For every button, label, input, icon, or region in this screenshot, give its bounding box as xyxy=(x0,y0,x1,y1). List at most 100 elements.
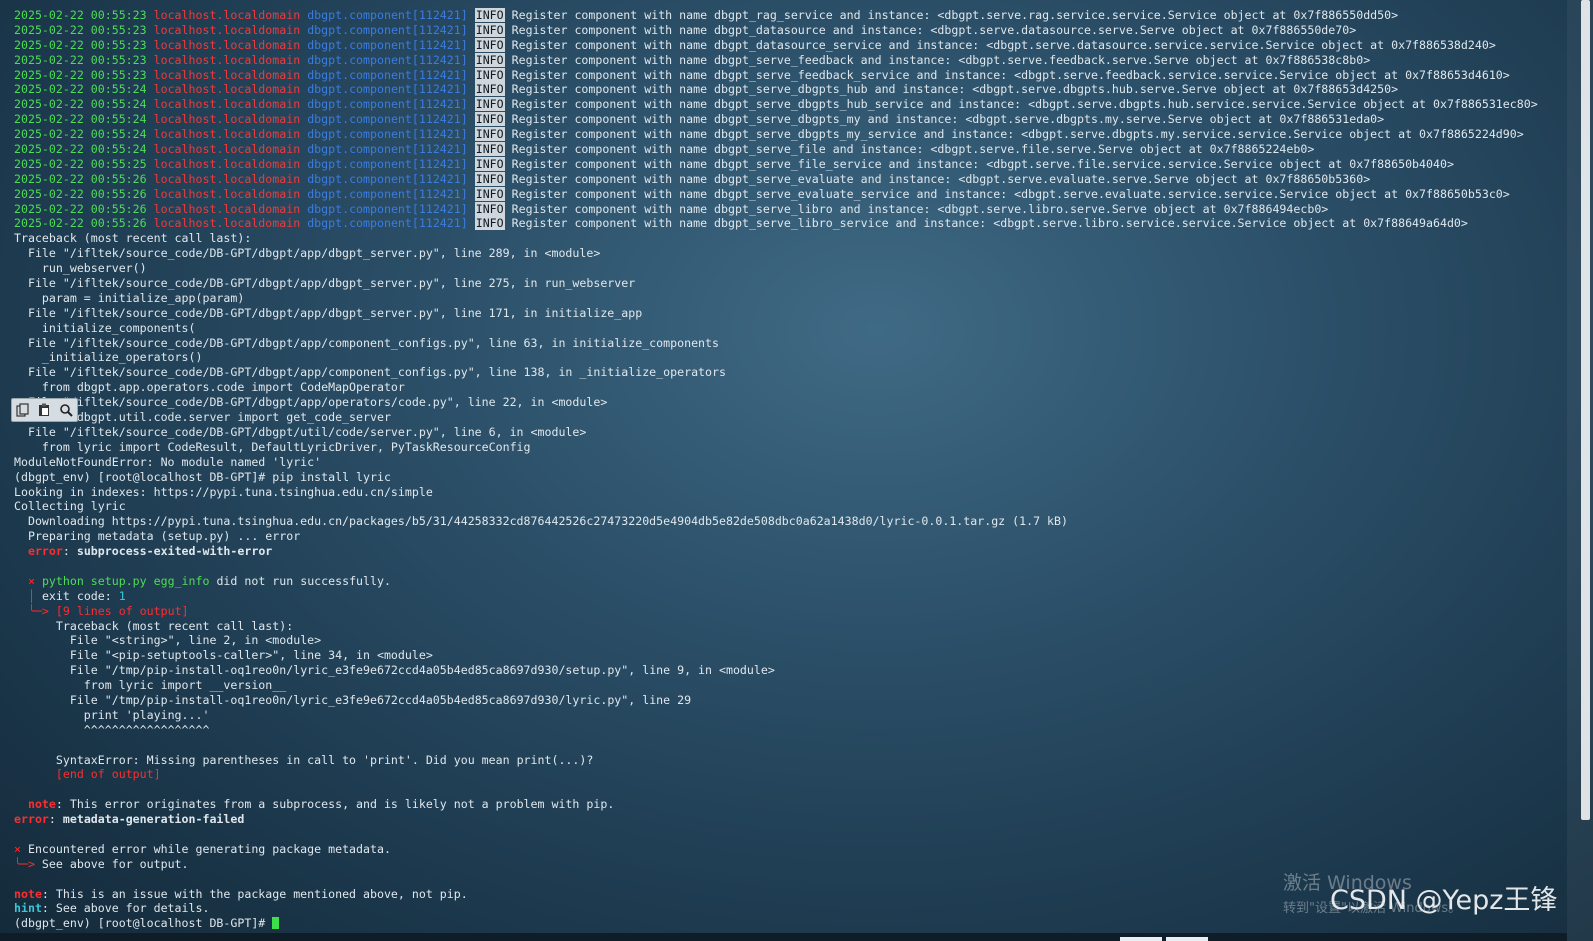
log-line: 2025-02-22 00:55:26 localhost.localdomai… xyxy=(14,186,1563,202)
log-host: localhost.localdomain xyxy=(153,171,301,186)
log-timestamp: 2025-02-22 00:55:24 xyxy=(14,97,147,112)
bottom-tab[interactable] xyxy=(1166,937,1208,941)
log-timestamp: 2025-02-22 00:55:25 xyxy=(14,156,147,171)
log-line: 2025-02-22 00:55:24 localhost.localdomai… xyxy=(14,112,1563,127)
traceback-line: param = initialize_app(param) xyxy=(14,291,1563,306)
vertical-scrollbar[interactable] xyxy=(1567,0,1593,941)
log-timestamp: 2025-02-22 00:55:26 xyxy=(14,216,147,231)
log-host: localhost.localdomain xyxy=(153,22,301,37)
log-level: INFO xyxy=(474,22,505,37)
log-line: 2025-02-22 00:55:23 localhost.localdomai… xyxy=(14,52,1563,68)
log-timestamp: 2025-02-22 00:55:26 xyxy=(14,186,147,201)
traceback-line: from dbgpt.util.code.server import get_c… xyxy=(14,410,1563,425)
log-host: localhost.localdomain xyxy=(153,82,301,97)
note-text: : This error originates from a subproces… xyxy=(55,797,615,812)
log-line: 2025-02-22 00:55:23 localhost.localdomai… xyxy=(14,37,1563,53)
log-message: Register component with name dbgpt_serve… xyxy=(511,112,1385,127)
csdn-watermark: CSDN @Yepz王锋 xyxy=(1330,885,1558,916)
output-line: × Encountered error while generating pac… xyxy=(14,842,1563,857)
output-line: × python setup.py egg_info did not run s… xyxy=(14,574,1563,589)
subprocess-output-line: from lyric import __version__ xyxy=(14,678,1563,693)
log-line: 2025-02-22 00:55:25 localhost.localdomai… xyxy=(14,156,1563,172)
log-timestamp: 2025-02-22 00:55:24 xyxy=(14,82,147,97)
error-label: error xyxy=(14,812,49,827)
traceback-text: File "/ifltek/source_code/DB-GPT/dbgpt/u… xyxy=(14,424,587,439)
log-component: dbgpt.component[112421] xyxy=(307,67,468,82)
terminal-output[interactable]: 2025-02-22 00:55:23 localhost.localdomai… xyxy=(14,8,1563,931)
log-message: Register component with name dbgpt_serve… xyxy=(511,186,1510,201)
hint-text: : See above for details. xyxy=(41,901,210,916)
subprocess-output-line: ^^^^^^^^^^^^^^^^^^ xyxy=(14,723,1563,738)
log-component: dbgpt.component[112421] xyxy=(307,156,468,171)
subprocess-text: print 'playing...' xyxy=(55,707,210,722)
traceback-line: File "/ifltek/source_code/DB-GPT/dbgpt/a… xyxy=(14,365,1563,380)
paste-icon[interactable] xyxy=(35,401,53,419)
exit-code-label: exit code: xyxy=(41,588,119,603)
end-of-output: [end of output] xyxy=(55,767,161,782)
traceback-text: Traceback (most recent call last): xyxy=(14,231,252,246)
output-line: Looking in indexes: https://pypi.tuna.ts… xyxy=(14,485,1563,500)
traceback-line: _initialize_operators() xyxy=(14,350,1563,365)
log-host: localhost.localdomain xyxy=(153,67,301,82)
output-line: │ exit code: 1 xyxy=(14,589,1563,604)
subprocess-text: ^^^^^^^^^^^^^^^^^^ xyxy=(55,722,210,737)
subprocess-text: File "<pip-setuptools-caller>", line 34,… xyxy=(55,648,433,663)
log-message: Register component with name dbgpt_serve… xyxy=(511,201,1329,216)
hint-label: hint xyxy=(14,901,42,916)
log-line: 2025-02-22 00:55:26 localhost.localdomai… xyxy=(14,216,1563,231)
scrollbar-thumb[interactable] xyxy=(1581,0,1590,820)
copy-icon[interactable] xyxy=(14,401,32,419)
log-message: Register component with name dbgpt_serve… xyxy=(511,82,1399,97)
subprocess-output-line: Traceback (most recent call last): xyxy=(14,619,1563,634)
log-level: INFO xyxy=(474,142,505,157)
log-host: localhost.localdomain xyxy=(153,37,301,52)
traceback-line: File "/ifltek/source_code/DB-GPT/dbgpt/a… xyxy=(14,246,1563,261)
pip-index: Looking in indexes: https://pypi.tuna.ts… xyxy=(14,484,433,499)
log-host: localhost.localdomain xyxy=(153,216,301,231)
encountered-text: Encountered error while generating packa… xyxy=(20,841,391,856)
log-component: dbgpt.component[112421] xyxy=(307,186,468,201)
log-level: INFO xyxy=(474,8,505,22)
subprocess-output-line xyxy=(14,738,1563,753)
log-message: Register component with name dbgpt_rag_s… xyxy=(511,8,1399,22)
output-line: ╰─> [9 lines of output] xyxy=(14,604,1563,619)
log-line: 2025-02-22 00:55:26 localhost.localdomai… xyxy=(14,171,1563,187)
log-component: dbgpt.component[112421] xyxy=(307,171,468,186)
traceback-text: File "/ifltek/source_code/DB-GPT/dbgpt/a… xyxy=(14,395,608,410)
traceback-text: param = initialize_app(param) xyxy=(14,290,245,305)
bottom-tab[interactable] xyxy=(1120,937,1162,941)
traceback-line: run_webserver() xyxy=(14,261,1563,276)
log-component: dbgpt.component[112421] xyxy=(307,127,468,142)
log-timestamp: 2025-02-22 00:55:26 xyxy=(14,201,147,216)
terminal-cursor xyxy=(272,917,280,930)
log-timestamp: 2025-02-22 00:55:23 xyxy=(14,22,147,37)
log-component: dbgpt.component[112421] xyxy=(307,216,468,231)
log-line: 2025-02-22 00:55:26 localhost.localdomai… xyxy=(14,201,1563,217)
subprocess-output-line: File "/tmp/pip-install-oq1reo0n/lyric_e3… xyxy=(14,693,1563,708)
see-above-text: See above for output. xyxy=(34,856,189,871)
log-host: localhost.localdomain xyxy=(153,97,301,112)
log-level: INFO xyxy=(474,156,505,171)
log-level: INFO xyxy=(474,82,505,97)
exit-code: 1 xyxy=(118,588,126,603)
log-host: localhost.localdomain xyxy=(153,8,301,22)
log-level: INFO xyxy=(474,67,505,82)
traceback-text: from dbgpt.app.operators.code import Cod… xyxy=(14,380,405,395)
log-timestamp: 2025-02-22 00:55:24 xyxy=(14,112,147,127)
log-level: INFO xyxy=(474,37,505,52)
subprocess-output-line: File "<string>", line 2, in <module> xyxy=(14,633,1563,648)
subprocess-output-line: File "<pip-setuptools-caller>", line 34,… xyxy=(14,648,1563,663)
log-host: localhost.localdomain xyxy=(153,52,301,67)
output-line: Collecting lyric xyxy=(14,499,1563,514)
tree-glyph: ╰─> xyxy=(14,856,35,871)
log-message: Register component with name dbgpt_serve… xyxy=(511,97,1538,112)
shell-command: pip install lyric xyxy=(272,469,391,484)
traceback-line: File "/ifltek/source_code/DB-GPT/dbgpt/a… xyxy=(14,336,1563,351)
subprocess-text: from lyric import __version__ xyxy=(55,678,287,693)
log-message: Register component with name dbgpt_serve… xyxy=(511,127,1524,142)
bottom-bar xyxy=(0,933,1567,941)
log-message: Register component with name dbgpt_serve… xyxy=(511,52,1371,67)
search-icon[interactable] xyxy=(57,401,75,419)
